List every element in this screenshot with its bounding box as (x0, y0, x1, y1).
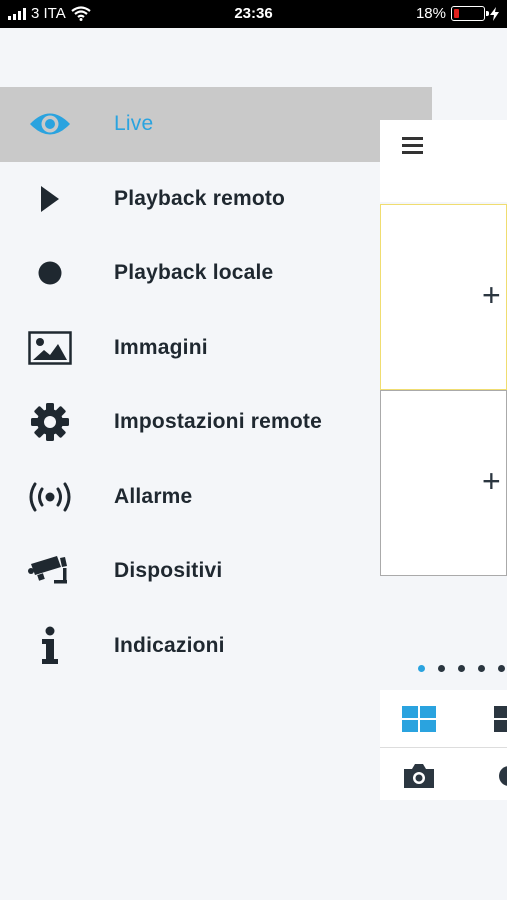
gear-icon (26, 398, 74, 446)
grid-layout-icon[interactable] (402, 706, 436, 732)
status-bar: 3 ITA 23:36 18% (0, 0, 507, 28)
menu-label-immagini: Immagini (114, 335, 208, 359)
menu-item-allarme[interactable]: Allarme (0, 460, 432, 535)
broadcast-icon (26, 473, 74, 521)
add-camera-icon[interactable]: + (482, 277, 501, 314)
play-icon (26, 175, 74, 223)
add-camera-icon[interactable]: + (482, 463, 501, 500)
page-dot[interactable] (478, 665, 485, 672)
video-cell-selected[interactable]: + (380, 204, 507, 390)
page-dot[interactable] (438, 665, 445, 672)
status-right: 18% (416, 5, 499, 22)
menu-label-allarme: Allarme (114, 484, 193, 508)
menu-label-impostazioni-remote: Impostazioni remote (114, 410, 322, 434)
charging-bolt-icon (490, 6, 499, 21)
menu-item-playback-locale[interactable]: Playback locale (0, 236, 432, 311)
menu-label-playback-remoto: Playback remoto (114, 186, 286, 210)
menu-label-live: Live (114, 112, 154, 136)
menu-label-indicazioni: Indicazioni (114, 633, 225, 657)
camera-snapshot-icon[interactable] (402, 763, 436, 789)
live-header (380, 120, 507, 202)
page-dot[interactable] (498, 665, 505, 672)
image-icon (26, 324, 74, 372)
battery-percent: 18% (415, 5, 446, 22)
action-toolbar (380, 748, 507, 800)
page-indicator[interactable] (418, 665, 505, 672)
menu-item-indicazioni[interactable]: Indicazioni (0, 609, 432, 684)
menu-item-live[interactable]: Live (0, 87, 432, 162)
live-view-panel: + + (380, 120, 507, 800)
menu-item-immagini[interactable]: Immagini (0, 311, 432, 386)
battery-icon (451, 6, 489, 21)
security-camera-icon (26, 547, 74, 595)
eye-icon (26, 100, 74, 148)
record-icon[interactable] (498, 765, 507, 787)
drawer-menu: Live Playback remoto Playback locale Imm… (0, 87, 432, 683)
layout-toolbar (380, 690, 507, 748)
page-dot[interactable] (418, 665, 425, 672)
hamburger-menu-icon[interactable] (402, 137, 423, 154)
video-cell[interactable]: + (380, 390, 507, 576)
info-icon (26, 622, 74, 670)
menu-item-impostazioni-remote[interactable]: Impostazioni remote (0, 385, 432, 460)
single-layout-icon[interactable] (494, 706, 507, 732)
menu-item-playback-remoto[interactable]: Playback remoto (0, 162, 432, 237)
menu-item-dispositivi[interactable]: Dispositivi (0, 534, 432, 609)
menu-label-playback-locale: Playback locale (114, 261, 274, 285)
menu-label-dispositivi: Dispositivi (114, 559, 223, 583)
record-dot-icon (26, 249, 74, 297)
side-drawer: Live Playback remoto Playback locale Imm… (0, 28, 432, 900)
page-dot[interactable] (458, 665, 465, 672)
